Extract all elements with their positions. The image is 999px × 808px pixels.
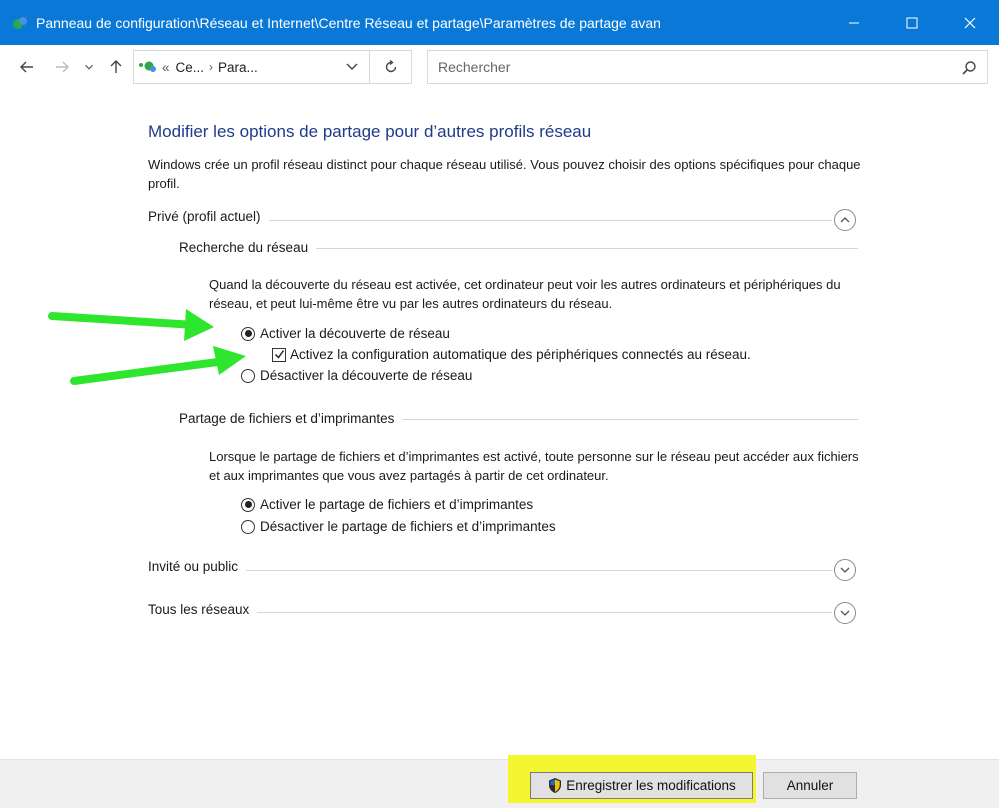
- page-description: Windows crée un profil réseau distinct p…: [148, 157, 861, 191]
- close-button[interactable]: [941, 0, 999, 45]
- checkbox-auto-setup[interactable]: Activez la configuration automatique des…: [272, 347, 751, 362]
- chevron-right-icon: ›: [209, 60, 214, 74]
- expand-guest-public-button[interactable]: [834, 559, 856, 581]
- section-guest-public[interactable]: Invité ou public: [148, 559, 247, 574]
- page-title: Modifier les options de partage pour d’a…: [148, 122, 592, 141]
- back-button[interactable]: [17, 57, 37, 77]
- radio-label: Désactiver la découverte de réseau: [260, 368, 473, 383]
- subsection-network-discovery: Recherche du réseau: [179, 240, 317, 255]
- arrow-up-icon: [110, 60, 122, 73]
- collapse-private-button[interactable]: [834, 209, 856, 231]
- arrow-left-icon: [20, 61, 33, 73]
- maximize-icon: [906, 17, 918, 28]
- address-input[interactable]: « Ce... › Para...: [133, 50, 370, 84]
- section-private[interactable]: Privé (profil actuel): [148, 209, 269, 224]
- crumb-overflow[interactable]: «: [162, 60, 170, 75]
- main-content: Modifier les options de partage pour d’a…: [0, 89, 999, 759]
- radio-file-sharing-on[interactable]: Activer le partage de fichiers et d’impr…: [241, 497, 533, 512]
- radio-network-discovery-on[interactable]: Activer la découverte de réseau: [241, 326, 450, 341]
- minimize-button[interactable]: [825, 0, 883, 45]
- divider: [148, 570, 832, 571]
- minimize-icon: [849, 22, 859, 23]
- radio-label: Activer la découverte de réseau: [260, 326, 450, 341]
- radio-file-sharing-off[interactable]: Désactiver le partage de fichiers et d’i…: [241, 519, 556, 534]
- checkmark-icon: [274, 350, 284, 359]
- radio-button-checked[interactable]: [241, 326, 255, 341]
- checkbox-label: Activez la configuration automatique des…: [290, 347, 751, 362]
- refresh-icon: [385, 60, 396, 73]
- file-sharing-description: Lorsque le partage de fichiers et d’impr…: [209, 449, 859, 483]
- chevron-down-icon[interactable]: [345, 59, 359, 73]
- window-title: Panneau de configuration\Réseau et Inter…: [36, 14, 661, 31]
- network-icon: [139, 61, 156, 72]
- network-icon: [13, 16, 27, 29]
- chevron-down-icon: [840, 567, 850, 573]
- close-icon: [964, 17, 976, 28]
- cancel-button-label: Annuler: [786, 778, 834, 793]
- breadcrumb-advanced-settings[interactable]: Para...: [218, 60, 258, 75]
- search-input[interactable]: Rechercher: [427, 50, 988, 84]
- breadcrumb-network-center[interactable]: Ce...: [176, 60, 205, 75]
- chevron-down-icon: [85, 64, 93, 70]
- arrow-right-icon: [56, 61, 69, 73]
- maximize-button[interactable]: [883, 0, 941, 45]
- radio-button[interactable]: [241, 519, 255, 534]
- chevron-down-icon: [840, 610, 850, 616]
- radio-label: Activer le partage de fichiers et d’impr…: [260, 497, 534, 512]
- network-discovery-description: Quand la découverte du réseau est activé…: [209, 277, 841, 311]
- up-button[interactable]: [106, 57, 126, 77]
- forward-button[interactable]: [52, 57, 72, 77]
- chevron-up-icon: [840, 217, 850, 223]
- save-button-label: Enregistrer les modifications: [566, 778, 736, 793]
- shield-icon: [549, 778, 562, 793]
- radio-label: Désactiver le partage de fichiers et d’i…: [260, 519, 556, 534]
- radio-button[interactable]: [241, 368, 255, 383]
- refresh-button[interactable]: [370, 50, 412, 84]
- radio-button-checked[interactable]: [241, 497, 255, 512]
- save-changes-button[interactable]: Enregistrer les modifications: [530, 772, 753, 799]
- recent-locations-button[interactable]: [82, 57, 96, 77]
- expand-all-networks-button[interactable]: [834, 602, 856, 624]
- checkbox[interactable]: [272, 347, 286, 362]
- search-icon: [962, 61, 976, 75]
- search-placeholder: Rechercher: [438, 59, 511, 75]
- title-bar: Panneau de configuration\Réseau et Inter…: [0, 0, 999, 45]
- radio-network-discovery-off[interactable]: Désactiver la découverte de réseau: [241, 368, 472, 383]
- subsection-file-sharing: Partage de fichiers et d’imprimantes: [179, 411, 403, 426]
- cancel-button[interactable]: Annuler: [763, 772, 857, 799]
- address-bar: « Ce... › Para... Rechercher: [0, 45, 999, 89]
- section-all-networks[interactable]: Tous les réseaux: [148, 602, 258, 617]
